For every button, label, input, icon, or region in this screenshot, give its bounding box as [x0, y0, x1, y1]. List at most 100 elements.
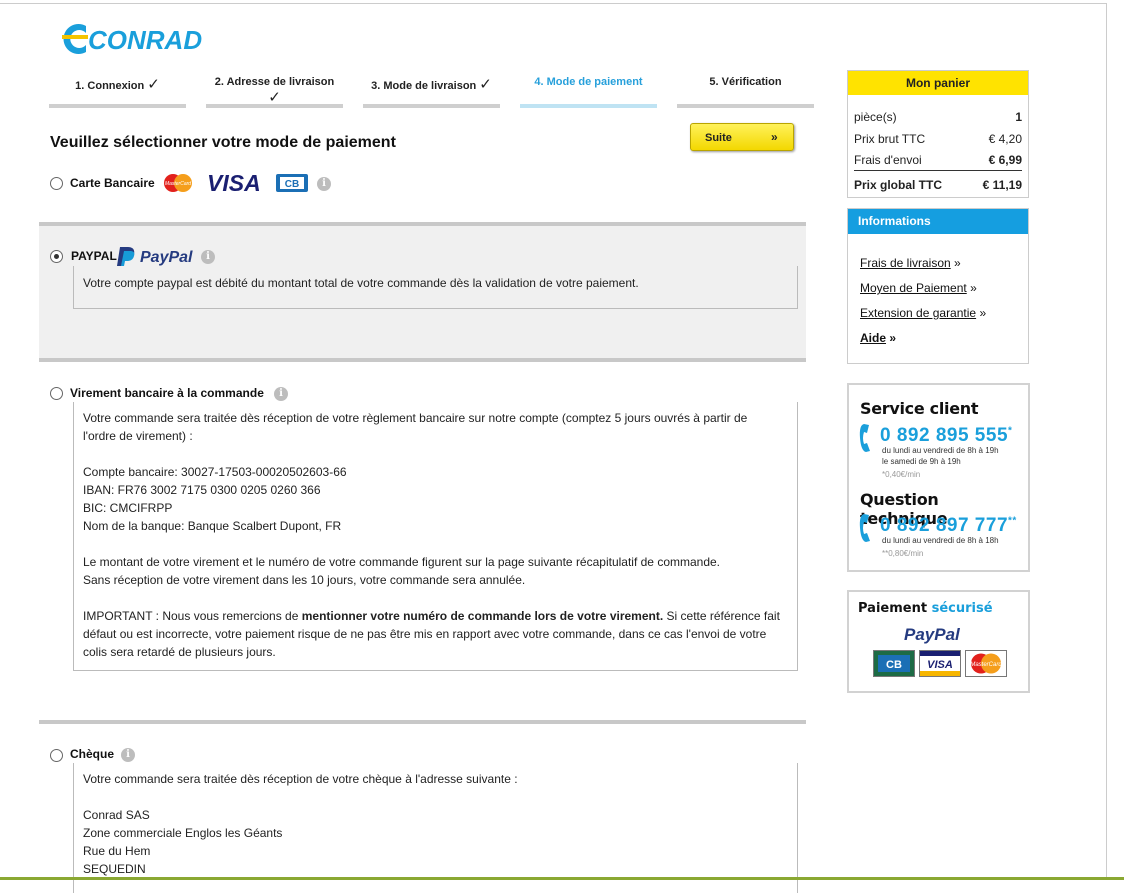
step-verification: 5. Vérification	[677, 72, 814, 108]
step-connexion: 1. Connexion ✓	[49, 72, 186, 108]
info-icon[interactable]: i	[121, 748, 135, 762]
cart-row-total: Prix global TTC € 11,19	[854, 178, 1022, 192]
cheque-description-box: Votre commande sera traitée dès réceptio…	[73, 763, 798, 893]
suite-button-label: Suite	[705, 132, 732, 144]
cart-row-frais-envoi: Frais d'envoi € 6,99	[854, 153, 1022, 167]
suite-button[interactable]: Suite »	[690, 123, 794, 151]
arrow-right-icon: »	[771, 130, 778, 144]
step-bar	[363, 104, 500, 108]
top-border	[0, 3, 1106, 4]
check-icon: ✓	[479, 76, 492, 93]
virement-line: colis sera retardé de plusieurs jours.	[83, 645, 276, 659]
info-icon[interactable]: i	[317, 177, 331, 191]
service-client-box: Service client 0 892 895 555* du lundi a…	[847, 383, 1030, 572]
virement-bank: Nom de la banque: Banque Scalbert Dupont…	[83, 519, 342, 533]
link-frais-livraison[interactable]: Frais de livraison »	[860, 256, 961, 270]
virement-important: IMPORTANT : Nous vous remercions de ment…	[83, 609, 780, 623]
virement-label[interactable]: Virement bancaire à la commande	[70, 386, 264, 400]
virement-line	[83, 535, 797, 553]
informations-box: Informations Frais de livraison » Moyen …	[847, 208, 1029, 364]
right-border	[1106, 3, 1107, 880]
separator	[39, 358, 806, 362]
cb-card-icon: CB	[873, 650, 915, 677]
virement-line: Sans réception de votre virement dans le…	[83, 573, 526, 587]
service-client-phone[interactable]: 0 892 895 555*	[880, 425, 1012, 447]
step-adresse: 2. Adresse de livraison ✓	[206, 72, 343, 108]
informations-title: Informations	[848, 209, 1028, 234]
info-icon[interactable]: i	[201, 250, 215, 264]
step-bar	[49, 104, 186, 108]
separator	[39, 720, 806, 724]
mastercard-icon: MasterCard	[965, 650, 1007, 677]
radio-virement[interactable]	[50, 387, 63, 400]
step-bar	[520, 104, 657, 108]
cb-card-icon: CB	[276, 174, 308, 192]
cheque-line: Conrad SAS	[83, 808, 150, 822]
question-technique-hours: du lundi au vendredi de 8h à 18h	[882, 536, 999, 545]
logo-text: CONRAD	[88, 25, 202, 55]
cheque-line	[83, 788, 797, 806]
radio-paypal[interactable]	[50, 250, 63, 263]
phone-icon	[859, 514, 870, 542]
svg-text:PayPal: PayPal	[904, 625, 961, 644]
cheque-label[interactable]: Chèque	[70, 747, 114, 761]
paypal-description-box: Votre compte paypal est débité du montan…	[73, 266, 798, 309]
cheque-line: Rue du Hem	[83, 844, 151, 858]
carte-bancaire-label[interactable]: Carte Bancaire	[70, 176, 155, 190]
step-mode-paiement: 4. Mode de paiement	[520, 72, 657, 108]
virement-description-box: Votre commande sera traitée dès réceptio…	[73, 402, 798, 671]
cart-row-pieces: pièce(s) 1	[854, 110, 1022, 124]
paypal-logo-icon: PayPal	[904, 625, 961, 644]
cheque-line: Zone commerciale Englos les Géants	[83, 826, 283, 840]
virement-line: défaut ou est incorrecte, votre paiement…	[83, 627, 767, 641]
link-extension-garantie[interactable]: Extension de garantie »	[860, 306, 986, 320]
svg-text:PayPal: PayPal	[140, 249, 193, 266]
radio-carte-bancaire[interactable]	[50, 177, 63, 190]
link-moyen-paiement[interactable]: Moyen de Paiement »	[860, 281, 977, 295]
step-label: 2. Adresse de livraison	[214, 76, 335, 88]
virement-line: Votre commande sera traitée dès réceptio…	[83, 411, 748, 425]
step-label: 5. Vérification	[709, 76, 782, 88]
step-label: 3. Mode de livraison	[371, 80, 477, 92]
paypal-logo-icon: PayPal	[117, 247, 193, 266]
virement-line: l'ordre de virement) :	[83, 429, 193, 443]
radio-cheque[interactable]	[50, 749, 63, 762]
virement-line	[83, 589, 797, 607]
service-client-hours: le samedi de 9h à 19h	[882, 457, 961, 466]
page-title: Veuillez sélectionner votre mode de paie…	[50, 134, 396, 151]
info-icon[interactable]: i	[274, 387, 288, 401]
mastercard-icon: MasterCard	[164, 174, 192, 192]
virement-line	[83, 445, 797, 463]
paiement-securise-box: Paiement sécurisé PayPal CB VISA MasterC…	[847, 590, 1030, 693]
link-aide[interactable]: Aide »	[860, 331, 896, 345]
cart-row-prix-brut: Prix brut TTC € 4,20	[854, 132, 1022, 146]
service-client-hours: du lundi au vendredi de 8h à 19h	[882, 446, 999, 455]
service-client-title: Service client	[860, 399, 979, 418]
svg-text:MasterCard: MasterCard	[165, 181, 191, 187]
cart-title: Mon panier	[848, 71, 1028, 95]
svg-text:CB: CB	[285, 179, 299, 190]
virement-iban: IBAN: FR76 3002 7175 0300 0205 0260 366	[83, 483, 321, 497]
svg-text:VISA: VISA	[207, 170, 261, 194]
step-label: 1. Connexion	[75, 80, 145, 92]
paypal-label[interactable]: PAYPAL	[71, 249, 117, 263]
check-icon: ✓	[147, 76, 160, 93]
svg-text:VISA: VISA	[927, 659, 953, 671]
svg-text:MasterCard: MasterCard	[970, 662, 1002, 668]
step-label: 4. Mode de paiement	[534, 76, 643, 88]
paypal-description: Votre compte paypal est débité du montan…	[83, 276, 639, 290]
conrad-logo[interactable]: CONRAD	[58, 20, 203, 58]
service-client-price: *0,40€/min	[882, 470, 921, 479]
visa-icon: VISA	[207, 170, 261, 194]
step-bar	[677, 104, 814, 108]
cart-divider	[854, 170, 1022, 171]
cheque-line: SEQUEDIN	[83, 862, 146, 876]
visa-icon: VISA	[919, 650, 961, 677]
cheque-line: Votre commande sera traitée dès réceptio…	[83, 772, 518, 786]
question-technique-phone[interactable]: 0 892 897 777**	[880, 515, 1017, 537]
question-technique-price: **0,80€/min	[882, 549, 924, 558]
virement-line: Le montant de votre virement et le numér…	[83, 555, 721, 569]
svg-text:CB: CB	[886, 659, 902, 671]
virement-bic: BIC: CMCIFRPP	[83, 501, 173, 515]
phone-icon	[859, 424, 870, 452]
